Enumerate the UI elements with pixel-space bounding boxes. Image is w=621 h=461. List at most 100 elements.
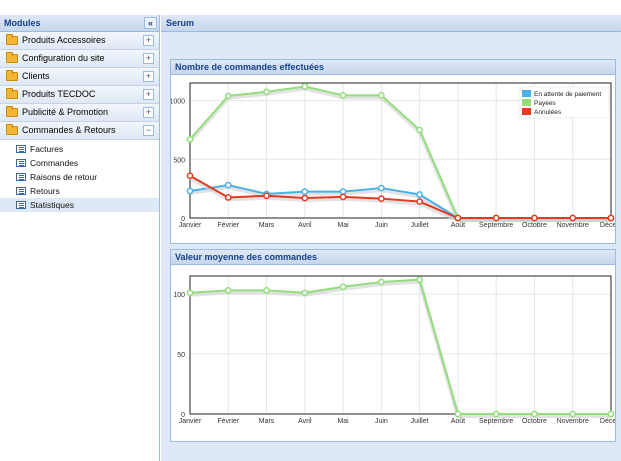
accordion-item[interactable]: Produits TECDOC + [0, 86, 159, 104]
submenu-item-label: Retours [30, 186, 60, 196]
legend-swatch [522, 99, 531, 106]
legend-swatch [522, 108, 531, 115]
expand-icon[interactable]: + [143, 89, 154, 100]
folder-icon [6, 70, 18, 81]
legend-label: Annulées [534, 109, 562, 116]
data-point [263, 192, 270, 200]
data-point [301, 83, 309, 90]
x-tick-label: Juillet [411, 418, 429, 425]
x-tick-label: Octobre [522, 222, 547, 229]
collapse-icon[interactable]: − [143, 125, 154, 136]
submenu-item[interactable]: Retours [0, 184, 159, 198]
data-point [339, 283, 347, 291]
average-value-panel: Valeur moyenne des commandes 0 50 100 Janvi… [170, 249, 616, 442]
sidebar-title: Modules [4, 18, 41, 28]
folder-icon [6, 88, 18, 99]
data-point [569, 410, 577, 418]
data-point [531, 214, 538, 222]
accordion-item[interactable]: Clients + [0, 68, 159, 86]
data-point [339, 188, 347, 195]
accordion-item[interactable]: Produits Accessoires + [0, 32, 159, 50]
x-tick-label: Janvier [179, 418, 202, 425]
x-tick-label: Juin [375, 418, 388, 425]
x-tick-label: Septembre [479, 222, 513, 229]
data-point [301, 188, 309, 195]
data-point [378, 278, 385, 286]
submenu-item-label: Commandes [30, 158, 79, 168]
series-line [189, 174, 611, 219]
accordion-item-label: Commandes & Retours [22, 125, 116, 135]
orders-count-panel: Nombre de commandes effectuées 0 500 1000 J… [170, 59, 616, 244]
accordion-item[interactable]: Commandes & Retours − [0, 122, 159, 140]
x-tick-label: Janvier [179, 222, 202, 229]
submenu-item-label: Statistiques [30, 200, 74, 210]
series-shadow [189, 279, 611, 418]
x-tick-label: Avril [298, 222, 312, 229]
modules-sidebar: Modules « Produits Accessoires + Configura… [0, 15, 160, 461]
x-tick-label: Septembre [479, 418, 513, 425]
accordion-item-label: Configuration du site [22, 53, 105, 63]
x-tick-label: Mai [337, 418, 349, 425]
document-icon [16, 187, 26, 195]
data-point [224, 287, 232, 294]
document-icon [16, 173, 26, 181]
x-tick-label: Août [451, 222, 465, 229]
y-tick-label: 1000 [171, 99, 185, 106]
data-point [378, 91, 385, 99]
folder-icon [6, 34, 18, 45]
legend-label: En attente de paiement [534, 91, 601, 98]
expand-icon[interactable]: + [143, 107, 154, 118]
data-point [186, 289, 194, 297]
x-tick-label: Décem [600, 222, 615, 229]
document-icon [16, 159, 26, 167]
x-tick-label: Octobre [522, 418, 547, 425]
data-point [186, 172, 194, 180]
accordion-item[interactable]: Publicité & Promotion + [0, 104, 159, 122]
x-tick-label: Août [451, 418, 465, 425]
data-point [224, 181, 232, 189]
data-point [263, 287, 270, 294]
series-line [189, 278, 611, 415]
data-point [416, 198, 423, 205]
accordion-item[interactable]: Configuration du site + [0, 50, 159, 68]
folder-icon [6, 124, 18, 135]
data-point [224, 92, 232, 100]
top-strip [0, 0, 621, 15]
x-tick-label: Novembre [557, 418, 589, 425]
main-header: Serum [161, 15, 621, 32]
collapse-sidebar-button[interactable]: « [144, 17, 157, 29]
expand-icon[interactable]: + [143, 53, 154, 64]
x-tick-label: Mai [337, 222, 349, 229]
x-tick-label: Novembre [557, 222, 589, 229]
submenu-item[interactable]: Raisons de retour [0, 170, 159, 184]
expand-icon[interactable]: + [143, 71, 154, 82]
data-point [301, 289, 309, 297]
expand-icon[interactable]: + [143, 35, 154, 46]
submenu-item[interactable]: Factures [0, 142, 159, 156]
submenu-item[interactable]: Commandes [0, 156, 159, 170]
accordion-list: Produits Accessoires + Configuration du si… [0, 32, 159, 140]
submenu-item[interactable]: Statistiques [0, 198, 159, 212]
sidebar-header: Modules « [0, 15, 159, 32]
document-icon [16, 201, 26, 209]
data-point [263, 88, 270, 96]
submenu-item-label: Factures [30, 144, 64, 154]
data-point [416, 276, 423, 283]
data-point [416, 126, 423, 134]
average-value-chart: 050100Janvier Février Mars Avril Mai Juin Juil… [173, 275, 615, 425]
plot-frame [189, 275, 612, 415]
data-point [224, 194, 232, 201]
main-panel: Serum Nombre de commandes effectuées 0 50… [161, 15, 621, 461]
main-body: Nombre de commandes effectuées 0 500 1000 J… [161, 32, 621, 461]
data-point [607, 410, 615, 418]
x-tick-label: Décem [600, 418, 615, 425]
data-point [492, 214, 500, 222]
accordion-item-label: Produits Accessoires [22, 35, 106, 45]
submenu-item-label: Raisons de retour [30, 172, 98, 182]
data-point [186, 135, 194, 143]
x-tick-label: Février [217, 222, 239, 229]
y-tick-label: 500 [173, 157, 185, 164]
data-point [416, 191, 423, 198]
y-tick-label: 100 [173, 292, 185, 299]
accordion-item-label: Produits TECDOC [22, 89, 96, 99]
